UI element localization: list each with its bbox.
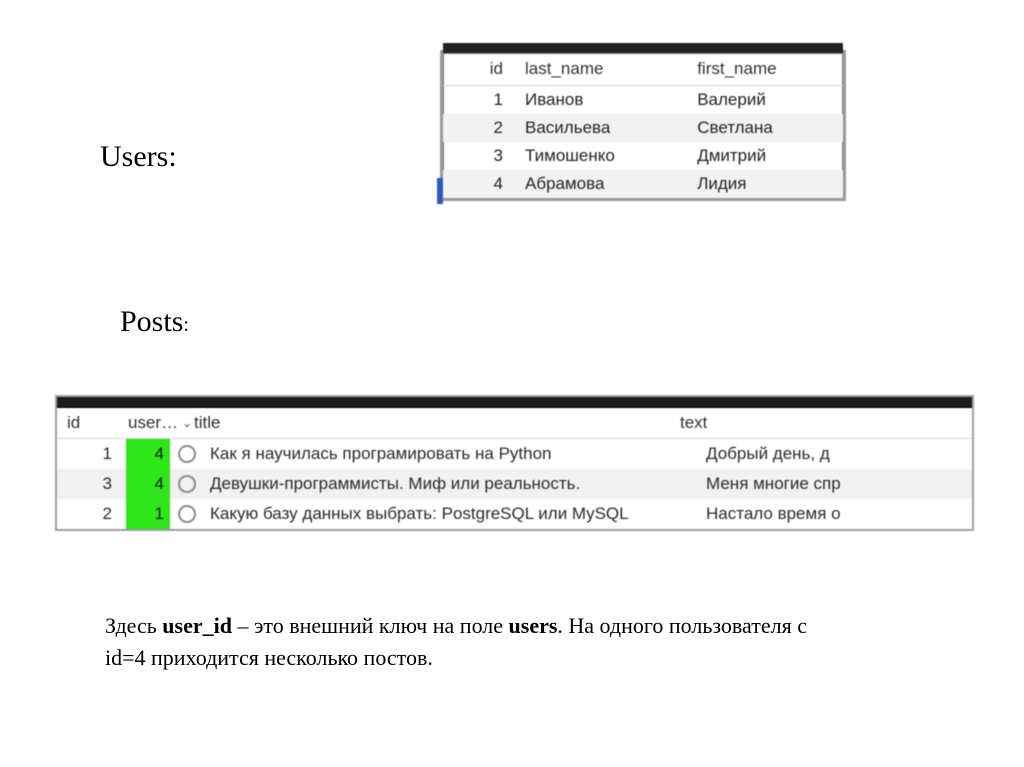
posts-label-text: Posts [120,305,183,338]
table-row[interactable]: 1 4 Как я научилась програмировать на Py… [57,439,972,469]
cell-title: Какую базу данных выбрать: PostgreSQL ил… [204,504,700,524]
foreign-key-icon [170,475,204,493]
table-row[interactable]: 4 Абрамова Лидия [443,170,843,198]
posts-header-text[interactable]: text [674,413,972,433]
cell-first-name: Дмитрий [687,142,843,170]
posts-label: Posts: [120,305,189,339]
users-table-container: id last_name first_name 1 Иванов Валерий… [440,50,846,201]
caption-paragraph: Здесь user_id – это внешний ключ на поле… [105,610,905,674]
caption-text: Здесь [105,613,162,638]
cell-last-name: Абрамова [515,170,687,198]
cell-last-name: Васильева [515,114,687,142]
posts-header-user-label: user… [128,413,178,433]
cell-text: Добрый день, д [700,444,972,464]
users-table-top-border [443,43,843,53]
cell-id: 1 [57,444,126,464]
caption-bold-userid: user_id [162,613,232,638]
posts-table-container: id user… ⌄ title text 1 4 Как я научилас… [55,395,974,531]
caption-text: id=4 приходится несколько постов. [105,645,433,670]
cell-title: Девушки-программисты. Миф или реальность… [204,474,700,494]
table-row[interactable]: 2 Васильева Светлана [443,114,843,142]
users-header-first-name[interactable]: first_name [687,53,843,86]
users-table: id last_name first_name 1 Иванов Валерий… [443,53,843,198]
posts-header-user[interactable]: user… ⌄ [122,413,188,433]
cell-id: 2 [57,504,126,524]
cell-first-name: Лидия [687,170,843,198]
caption-bold-users: users [509,613,558,638]
cell-id: 3 [57,474,126,494]
cell-id: 2 [443,114,515,142]
cell-id: 1 [443,86,515,115]
users-table-header-row: id last_name first_name [443,53,843,86]
cell-id: 4 [443,170,515,198]
posts-header-id[interactable]: id [57,413,122,433]
cell-user-id: 4 [126,439,170,469]
cell-last-name: Иванов [515,86,687,115]
cell-text: Меня многие спр [700,474,972,494]
caption-text: . На одного пользователя с [557,613,807,638]
users-label: Users: [100,140,177,174]
posts-header-title[interactable]: title [188,413,674,433]
table-row[interactable]: 3 Тимошенко Дмитрий [443,142,843,170]
posts-table-top-border [57,397,972,408]
foreign-key-icon [170,505,204,523]
cell-last-name: Тимошенко [515,142,687,170]
row-selection-marker [437,178,443,204]
cell-user-id: 4 [126,469,170,499]
cell-first-name: Валерий [687,86,843,115]
cell-id: 3 [443,142,515,170]
table-row[interactable]: 2 1 Какую базу данных выбрать: PostgreSQ… [57,499,972,529]
users-header-id[interactable]: id [443,53,515,86]
table-row[interactable]: 3 4 Девушки-программисты. Миф или реальн… [57,469,972,499]
foreign-key-icon [170,445,204,463]
cell-first-name: Светлана [687,114,843,142]
users-header-last-name[interactable]: last_name [515,53,687,86]
posts-label-colon: : [183,314,189,336]
cell-title: Как я научилась програмировать на Python [204,444,700,464]
posts-table-header-row: id user… ⌄ title text [57,408,972,439]
caption-text: – это внешний ключ на поле [232,613,509,638]
cell-user-id: 1 [126,499,170,529]
cell-text: Настало время о [700,504,972,524]
table-row[interactable]: 1 Иванов Валерий [443,86,843,115]
